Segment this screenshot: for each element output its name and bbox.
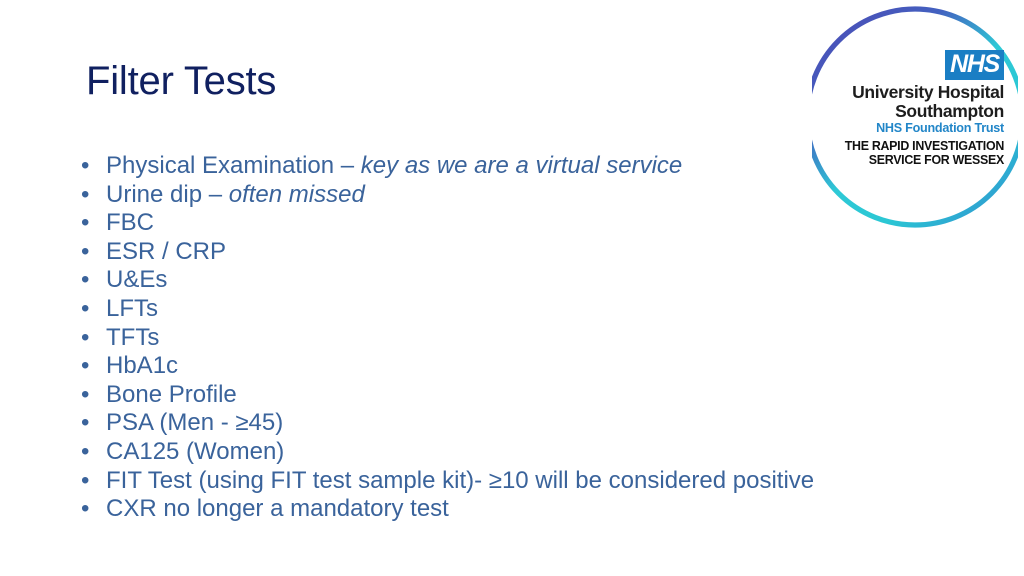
list-item: • ESR / CRP [76, 238, 936, 267]
trust-name: University Hospital Southampton [828, 83, 1004, 120]
list-item: • TFTs [76, 324, 936, 353]
filter-tests-list: • Physical Examination – key as we are a … [76, 152, 936, 524]
list-item-label: PSA (Men - ≥45) [106, 409, 284, 437]
list-item: • FBC [76, 209, 936, 238]
nhs-wordmark: NHS [945, 50, 1004, 80]
bullet-icon: • [81, 380, 90, 408]
bullet-icon: • [81, 409, 90, 437]
list-item-label: FIT Test (using FIT test sample kit)- ≥1… [106, 466, 815, 494]
list-item-label: FBC [106, 209, 154, 237]
bullet-icon: • [81, 294, 90, 322]
service-name-line2: SERVICE FOR WESSEX [868, 151, 1005, 167]
bullet-icon: • [81, 352, 90, 380]
list-item-label: Urine dip – [106, 180, 229, 208]
service-name-line1: THE RAPID INVESTIGATION [844, 138, 1005, 153]
service-name: THE RAPID INVESTIGATION SERVICE FOR WESS… [839, 138, 1005, 167]
list-item-label: U&Es [106, 266, 168, 294]
list-item: • FIT Test (using FIT test sample kit)- ≥… [76, 467, 936, 496]
list-item: • HbA1c [76, 352, 936, 381]
list-item-label: LFTs [106, 294, 159, 322]
list-item-label: ESR / CRP [106, 237, 227, 265]
page-title: Filter Tests [86, 59, 277, 103]
list-item: • CA125 (Women) [76, 438, 936, 467]
slide-canvas: Filter Tests • Physical Examination – key… [0, 0, 1024, 576]
trust-subtitle: NHS Foundation Trust [876, 121, 1004, 135]
list-item: • PSA (Men - ≥45) [76, 409, 936, 438]
list-item: • Urine dip – often missed [76, 181, 936, 210]
nhs-uhs-logo: NHS University Hospital Southampton NHS … [812, 2, 1018, 232]
bullet-icon: • [81, 180, 90, 208]
bullet-icon: • [81, 437, 90, 465]
bullet-icon: • [81, 237, 90, 265]
list-item-emphasis: key as we are a virtual service [360, 152, 683, 179]
list-item-emphasis: often missed [228, 180, 365, 208]
list-item-label: TFTs [106, 323, 160, 351]
list-item-label: CXR no longer a mandatory test [106, 495, 449, 523]
trust-name-line2: Southampton [895, 100, 1004, 121]
list-item-label: Physical Examination – [106, 152, 361, 179]
list-item: • Bone Profile [76, 381, 936, 410]
list-item-label: CA125 (Women) [106, 437, 285, 465]
trust-name-line1: University Hospital [852, 82, 1004, 102]
bullet-icon: • [81, 495, 90, 523]
bullet-icon: • [81, 466, 90, 494]
bullet-icon: • [81, 323, 90, 351]
list-item: • CXR no longer a mandatory test [76, 495, 936, 524]
list-item: • LFTs [76, 295, 936, 324]
logo-text-block: NHS University Hospital Southampton NHS … [828, 50, 1004, 190]
bullet-icon: • [81, 266, 90, 294]
list-item: • Physical Examination – key as we are a … [76, 152, 936, 181]
list-item-label: Bone Profile [106, 380, 237, 408]
bullet-icon: • [81, 209, 90, 237]
list-item-label: HbA1c [106, 352, 179, 380]
bullet-icon: • [81, 152, 90, 179]
list-item: • U&Es [76, 266, 936, 295]
